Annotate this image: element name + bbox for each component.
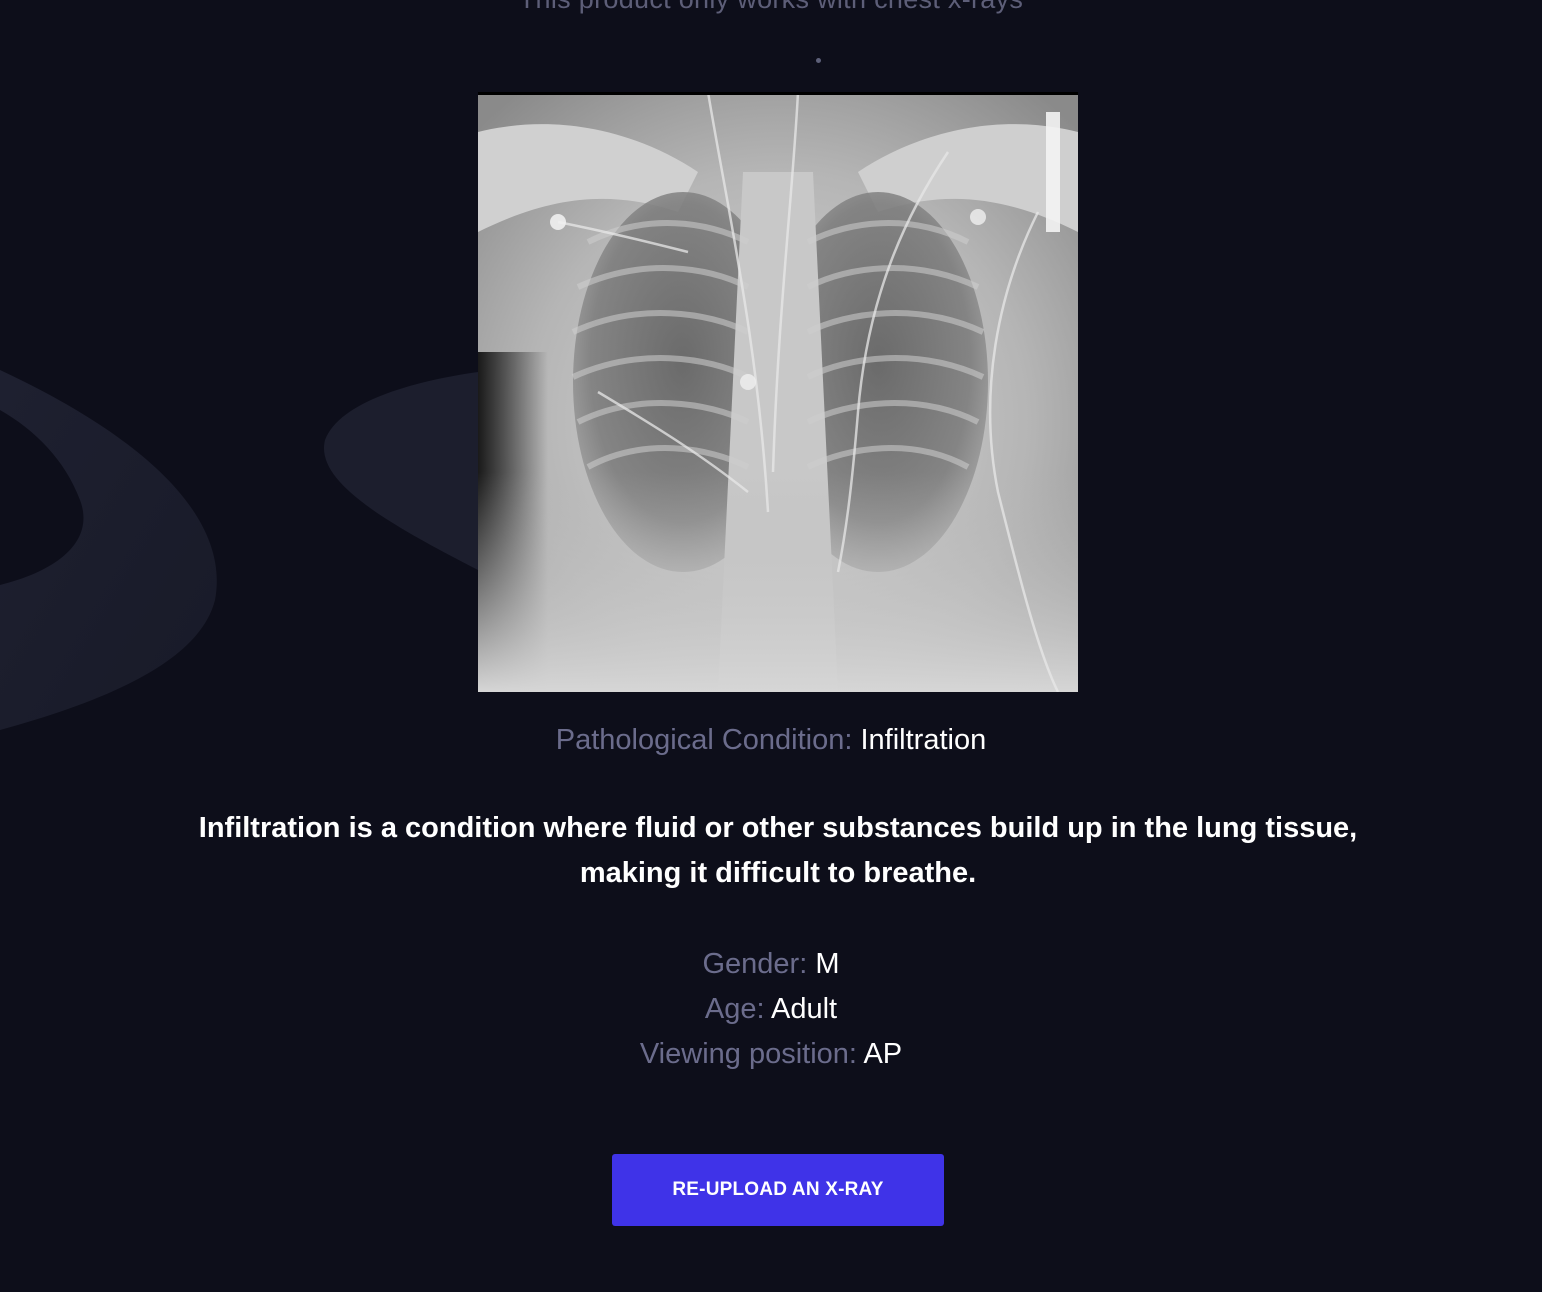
gender-value: M: [815, 948, 840, 980]
gender-label: Gender:: [702, 948, 808, 980]
condition-description: Infiltration is a condition where fluid …: [198, 812, 1358, 889]
condition-value: Infiltration: [860, 724, 987, 756]
gender-row: Gender: M: [0, 942, 1542, 987]
xray-only-notice: This product only works with chest x-ray…: [0, 0, 1542, 15]
condition-label: Pathological Condition:: [555, 724, 853, 756]
pathological-condition: Pathological Condition: Infiltration: [0, 724, 1542, 757]
separator-dot: [816, 58, 821, 63]
viewing-position-label: Viewing position:: [639, 1038, 857, 1070]
age-label: Age:: [704, 993, 765, 1025]
reupload-xray-button[interactable]: RE-UPLOAD AN X-RAY: [612, 1154, 944, 1226]
result-page: This product only works with chest x-ray…: [0, 0, 1542, 1292]
xray-image: [478, 92, 1078, 692]
age-value: Adult: [771, 993, 838, 1025]
patient-metadata: Gender: M Age: Adult Viewing position: A…: [0, 942, 1542, 1077]
viewing-position-value: AP: [863, 1038, 903, 1070]
viewing-position-row: Viewing position: AP: [0, 1032, 1542, 1077]
age-row: Age: Adult: [0, 987, 1542, 1032]
